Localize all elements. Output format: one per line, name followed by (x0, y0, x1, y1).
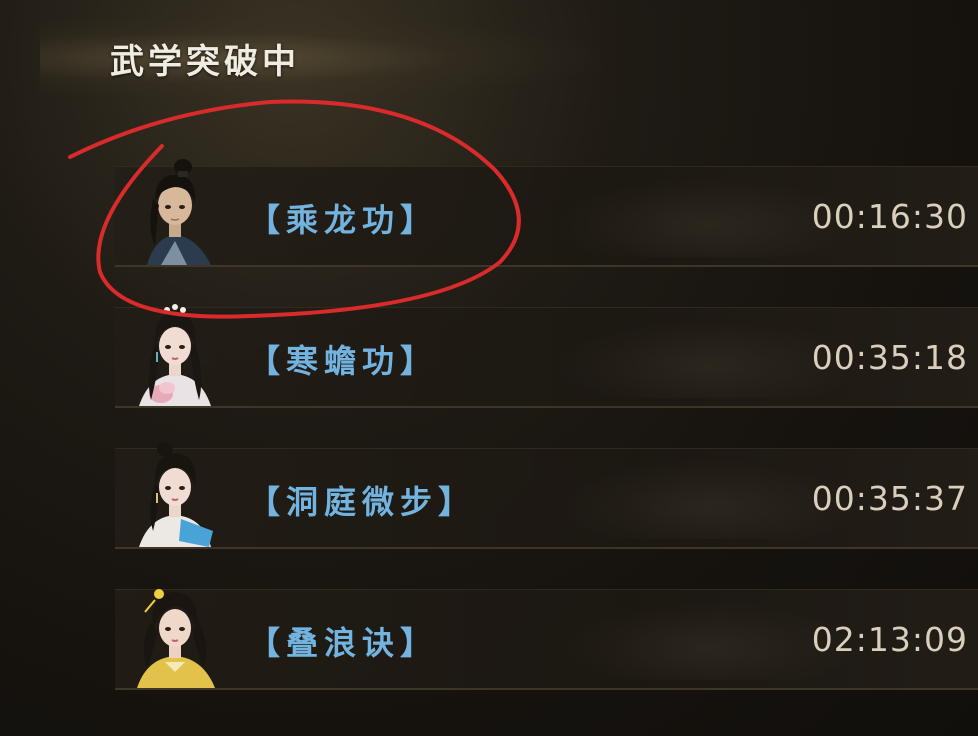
young-man-topknot-portrait (125, 149, 225, 265)
countdown-timer: 02:13:09 (811, 620, 968, 659)
breakthrough-row[interactable]: 【洞庭微步】 00:35:37 (115, 442, 978, 549)
breakthrough-row[interactable]: 【乘龙功】 00:16:30 (115, 159, 978, 267)
countdown-timer: 00:16:30 (811, 197, 968, 236)
woman-yellow-robe-portrait (125, 572, 225, 688)
skill-name: 【寒蟾功】 (248, 342, 439, 380)
countdown-timer: 00:35:37 (811, 479, 968, 518)
woman-blue-sash-portrait (125, 431, 225, 547)
skill-name: 【乘龙功】 (248, 201, 439, 239)
skill-name: 【洞庭微步】 (248, 483, 477, 521)
breakthrough-row[interactable]: 【寒蟾功】 00:35:18 (115, 304, 978, 408)
breakthrough-list: 【乘龙功】 00:16:30 【寒蟾功】 00:35:18 【洞庭微步】 00:… (0, 0, 978, 736)
countdown-timer: 00:35:18 (811, 338, 968, 377)
breakthrough-row[interactable]: 【叠浪诀】 02:13:09 (115, 589, 978, 690)
skill-name: 【叠浪诀】 (248, 624, 439, 662)
woman-pink-robe-portrait (125, 290, 225, 406)
